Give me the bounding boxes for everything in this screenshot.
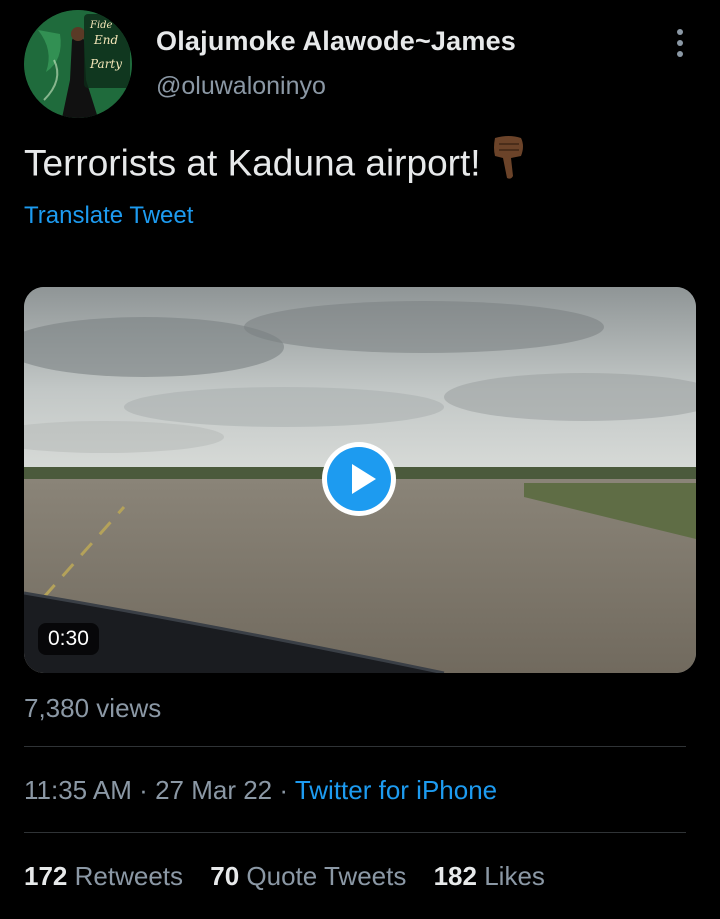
likes-label: Likes: [484, 861, 545, 891]
meta-separator: ·: [279, 775, 289, 805]
engagement-stats: 172 Retweets 70 Quote Tweets 182 Likes: [24, 861, 565, 892]
video-player[interactable]: 0:30: [24, 287, 696, 673]
view-count: 7,380 views: [24, 693, 162, 723]
video-duration-badge: 0:30: [38, 623, 99, 655]
avatar-text-fide: Fide: [89, 20, 113, 31]
retweets-count: 172: [24, 861, 68, 891]
backhand-index-pointing-down-icon: [489, 134, 529, 189]
quote-tweets-label: Quote Tweets: [246, 861, 407, 891]
divider: [24, 746, 686, 747]
tweet-text: Terrorists at Kaduna airport!: [24, 136, 529, 193]
translate-tweet-link[interactable]: Translate Tweet: [24, 202, 193, 230]
author-handle[interactable]: @oluwaloninyo: [156, 72, 326, 101]
tweet-source-link[interactable]: Twitter for iPhone: [295, 775, 497, 805]
divider: [24, 832, 686, 833]
likes-count: 182: [433, 861, 477, 891]
quote-tweets-stat[interactable]: 70 Quote Tweets: [210, 861, 406, 891]
tweet-text-body: Terrorists at Kaduna airport!: [24, 142, 481, 184]
meta-separator: ·: [139, 775, 148, 805]
play-icon: [322, 442, 396, 516]
more-vertical-icon: [677, 29, 683, 57]
tweet-meta: 11:35 AM · 27 Mar 22 · Twitter for iPhon…: [24, 775, 497, 806]
likes-stat[interactable]: 182 Likes: [434, 861, 545, 891]
retweets-stat[interactable]: 172 Retweets: [24, 861, 183, 891]
more-options-button[interactable]: [666, 26, 694, 60]
quote-tweets-count: 70: [210, 861, 240, 891]
avatar-text-end: End: [93, 33, 118, 47]
retweets-label: Retweets: [74, 861, 184, 891]
tweet-date[interactable]: 27 Mar 22: [155, 775, 272, 805]
avatar-text-party: Party: [89, 57, 122, 71]
author-display-name[interactable]: Olajumoke Alawode~James: [156, 26, 516, 57]
play-button[interactable]: [320, 440, 398, 518]
tweet-time[interactable]: 11:35 AM: [24, 775, 132, 805]
author-avatar[interactable]: Fide End Party: [24, 10, 132, 118]
avatar-image: Fide End Party: [24, 10, 132, 118]
